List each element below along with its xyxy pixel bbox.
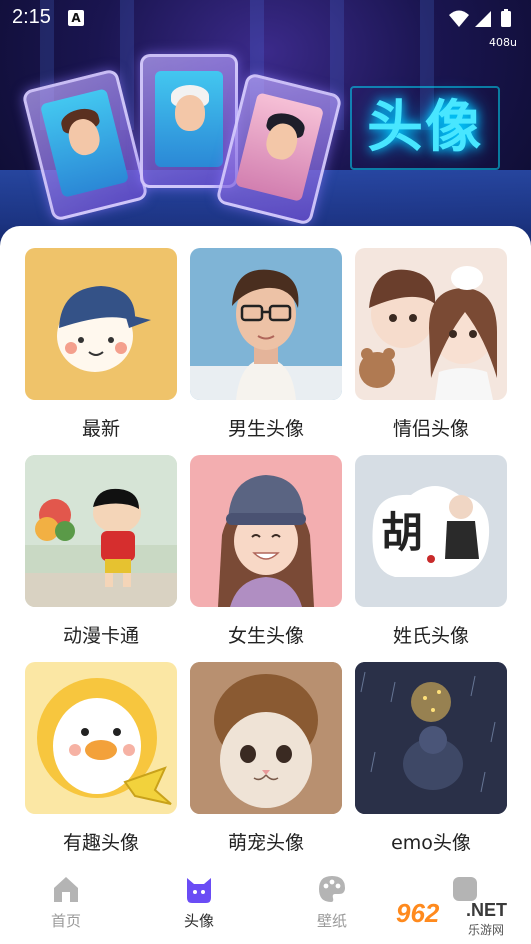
status-icons	[449, 9, 511, 27]
category-tile-couple[interactable]: 情侣头像	[355, 248, 507, 441]
cat-face-icon	[184, 874, 214, 904]
couple-thumbnail	[355, 248, 507, 400]
status-time: 2:15	[12, 6, 51, 28]
home-icon	[51, 874, 81, 904]
watermark-main: 962	[396, 898, 440, 928]
category-label: 姓氏头像	[392, 625, 469, 647]
category-tile-female[interactable]: 女生头像	[190, 455, 342, 648]
category-tile-anime[interactable]: 动漫卡通	[25, 455, 177, 648]
tab-label: 壁纸	[316, 912, 347, 930]
surname-glyph: 胡	[381, 508, 424, 557]
category-label: 有趣头像	[62, 832, 139, 854]
banner-title: 头像	[350, 86, 500, 170]
signal-icon	[475, 11, 491, 27]
wifi-icon	[449, 10, 469, 27]
status-bar: 2:15 A 408u	[0, 0, 531, 49]
network-speed: 408u	[489, 36, 517, 49]
watermark-sub: 乐游网	[468, 923, 505, 937]
tab-label: 头像	[183, 912, 214, 930]
tab-home[interactable]: 首页	[16, 874, 116, 931]
site-watermark: 962 .NET 乐游网	[392, 896, 526, 940]
category-label: emo头像	[391, 832, 471, 854]
category-label: 男生头像	[227, 418, 304, 440]
header-banner: 头像	[0, 0, 531, 260]
notification-icon: A	[68, 10, 84, 26]
category-label: 女生头像	[227, 625, 304, 647]
beanie-girl-thumbnail	[190, 455, 342, 607]
category-label: 萌宠头像	[227, 832, 304, 854]
tab-avatar[interactable]: 头像	[149, 874, 249, 931]
emo-thumbnail	[355, 662, 507, 814]
category-tile-surname[interactable]: 胡 姓氏头像	[355, 455, 507, 648]
surname-thumbnail: 胡	[355, 455, 507, 607]
category-tile-pet[interactable]: 萌宠头像	[190, 662, 342, 855]
duck-thumbnail	[25, 662, 177, 814]
category-tile-emo[interactable]: emo头像	[355, 662, 507, 855]
category-label: 最新	[81, 418, 120, 440]
category-tile-latest[interactable]: 最新	[25, 248, 177, 441]
palette-icon	[317, 874, 347, 904]
cap-boy-thumbnail	[25, 248, 177, 400]
tab-label: 首页	[50, 912, 81, 930]
tab-wallpaper[interactable]: 壁纸	[282, 874, 382, 931]
category-label: 情侣头像	[392, 418, 469, 440]
glasses-man-thumbnail	[190, 248, 342, 400]
category-tile-funny[interactable]: 有趣头像	[25, 662, 177, 855]
category-label: 动漫卡通	[62, 625, 139, 647]
cat-thumbnail	[190, 662, 342, 814]
shinchan-thumbnail	[25, 455, 177, 607]
watermark-net: .NET	[466, 900, 508, 920]
category-tile-male[interactable]: 男生头像	[190, 248, 342, 441]
battery-icon	[501, 11, 511, 27]
